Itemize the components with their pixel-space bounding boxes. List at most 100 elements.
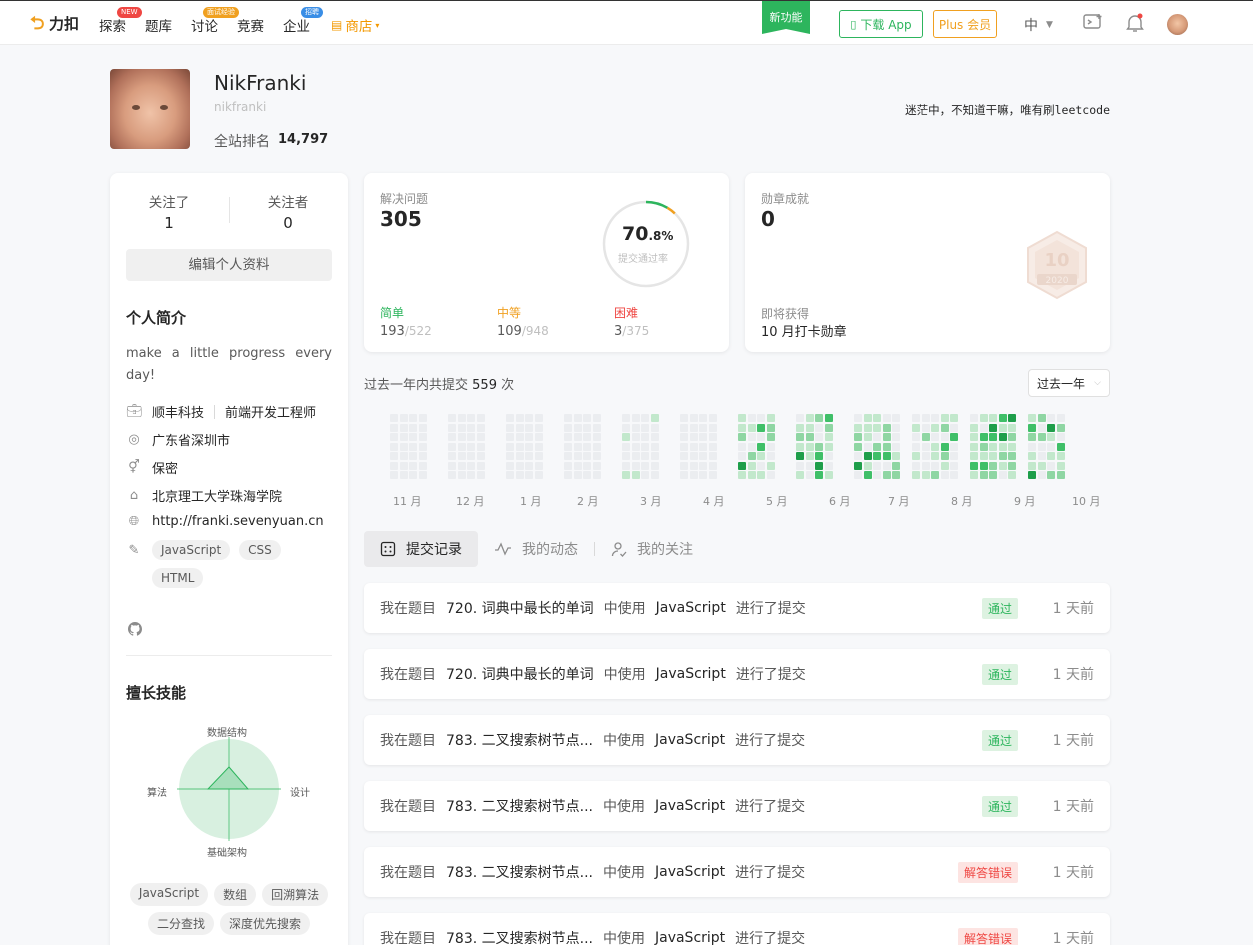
heatmap-cell[interactable]: [641, 471, 649, 479]
tag-css[interactable]: CSS: [239, 540, 281, 560]
skill-tag[interactable]: 数组: [214, 883, 257, 906]
heatmap-cell[interactable]: [1037, 452, 1046, 460]
skill-tag[interactable]: JavaScript: [129, 883, 209, 906]
heatmap-cell[interactable]: [824, 471, 833, 479]
tab-following[interactable]: 我的关注: [595, 531, 709, 567]
heatmap-cell[interactable]: [940, 414, 949, 422]
heatmap-cell[interactable]: [863, 442, 872, 451]
heatmap-cell[interactable]: [979, 461, 988, 470]
heatmap-cell[interactable]: [805, 433, 814, 441]
heatmap-cell[interactable]: [931, 414, 939, 422]
heatmap-cell[interactable]: [892, 471, 900, 479]
heatmap-cell[interactable]: [573, 433, 582, 441]
submission-status-badge[interactable]: 解答错误: [957, 927, 1018, 945]
heatmap-cell[interactable]: [699, 461, 707, 470]
heatmap-cell[interactable]: [564, 461, 572, 470]
heatmap-cell[interactable]: [738, 471, 746, 479]
heatmap-cell[interactable]: [989, 471, 997, 479]
heatmap-cell[interactable]: [525, 452, 533, 460]
heatmap-cell[interactable]: [631, 461, 640, 470]
heatmap-cell[interactable]: [1056, 461, 1065, 470]
heatmap-cell[interactable]: [882, 452, 891, 460]
heatmap-cell[interactable]: [824, 433, 833, 441]
heatmap-cell[interactable]: [854, 442, 862, 451]
heatmap-cell[interactable]: [940, 433, 949, 441]
heatmap-cell[interactable]: [631, 471, 640, 479]
tag-html[interactable]: HTML: [152, 568, 204, 588]
heatmap-cell[interactable]: [525, 423, 533, 432]
heatmap-cell[interactable]: [970, 433, 978, 441]
heatmap-cell[interactable]: [757, 442, 765, 451]
heatmap-cell[interactable]: [998, 423, 1007, 432]
heatmap-cell[interactable]: [921, 461, 930, 470]
heatmap-cell[interactable]: [805, 423, 814, 432]
heatmap-cell[interactable]: [747, 452, 756, 460]
heatmap-cell[interactable]: [892, 423, 900, 432]
heatmap-cell[interactable]: [699, 433, 707, 441]
heatmap-cell[interactable]: [1056, 433, 1065, 441]
heatmap-cell[interactable]: [757, 423, 765, 432]
heatmap-cell[interactable]: [1047, 461, 1055, 470]
heatmap-cell[interactable]: [506, 414, 514, 422]
heatmap-cell[interactable]: [950, 452, 958, 460]
submission-status-badge[interactable]: 通过: [981, 795, 1018, 817]
heatmap-cell[interactable]: [970, 414, 978, 422]
heatmap-cell[interactable]: [757, 414, 765, 422]
heatmap-cell[interactable]: [747, 461, 756, 470]
nav-problems[interactable]: 题库: [145, 15, 172, 35]
heatmap-cell[interactable]: [1047, 433, 1055, 441]
heatmap-cell[interactable]: [1008, 414, 1016, 422]
heatmap-cell[interactable]: [805, 452, 814, 460]
profile-avatar[interactable]: [110, 69, 190, 149]
heatmap-cell[interactable]: [796, 471, 804, 479]
heatmap-cell[interactable]: [564, 471, 572, 479]
heatmap-cell[interactable]: [708, 461, 717, 470]
heatmap-cell[interactable]: [573, 461, 582, 470]
heatmap-cell[interactable]: [448, 423, 456, 432]
heatmap-cell[interactable]: [641, 433, 649, 441]
heatmap-cell[interactable]: [390, 471, 398, 479]
heatmap-cell[interactable]: [747, 433, 756, 441]
heatmap-cell[interactable]: [592, 461, 601, 470]
heatmap-cell[interactable]: [650, 433, 659, 441]
heatmap-cell[interactable]: [950, 433, 958, 441]
skill-tag[interactable]: 深度优先搜索: [220, 912, 311, 935]
heatmap-cell[interactable]: [979, 414, 988, 422]
heatmap-cell[interactable]: [747, 442, 756, 451]
heatmap-cell[interactable]: [998, 414, 1007, 422]
heatmap-cell[interactable]: [641, 452, 649, 460]
heatmap-cell[interactable]: [805, 414, 814, 422]
heatmap-cell[interactable]: [418, 414, 427, 422]
heatmap-cell[interactable]: [892, 442, 900, 451]
heatmap-cell[interactable]: [476, 414, 485, 422]
heatmap-cell[interactable]: [766, 461, 775, 470]
heatmap-cell[interactable]: [1056, 423, 1065, 432]
heatmap-cell[interactable]: [766, 442, 775, 451]
heatmap-cell[interactable]: [854, 452, 862, 460]
heatmap-cell[interactable]: [641, 423, 649, 432]
heatmap-cell[interactable]: [515, 414, 524, 422]
heatmap-cell[interactable]: [476, 442, 485, 451]
submission-row[interactable]: 我在题目 783. 二叉搜索树节点... 中使用 JavaScript 进行了提交 通过 1…: [364, 715, 1110, 765]
heatmap-cell[interactable]: [1047, 414, 1055, 422]
heatmap-cell[interactable]: [1037, 433, 1046, 441]
heatmap-cell[interactable]: [1037, 423, 1046, 432]
heatmap-cell[interactable]: [534, 423, 543, 432]
heatmap-cell[interactable]: [457, 414, 466, 422]
heatmap-cell[interactable]: [854, 433, 862, 441]
new-feature-ribbon[interactable]: 新功能: [762, 1, 810, 34]
heatmap-cell[interactable]: [1008, 442, 1016, 451]
heatmap-cell[interactable]: [882, 442, 891, 451]
heatmap-cell[interactable]: [815, 414, 823, 422]
heatmap-cell[interactable]: [931, 423, 939, 432]
heatmap-cell[interactable]: [631, 433, 640, 441]
heatmap-cell[interactable]: [989, 461, 997, 470]
heatmap-cell[interactable]: [805, 461, 814, 470]
heatmap-cell[interactable]: [506, 471, 514, 479]
heatmap-cell[interactable]: [650, 461, 659, 470]
heatmap-cell[interactable]: [989, 423, 997, 432]
range-select[interactable]: 过去一年 ⌵: [1028, 369, 1110, 397]
heatmap-cell[interactable]: [824, 423, 833, 432]
heatmap-cell[interactable]: [1008, 452, 1016, 460]
problem-link[interactable]: 783. 二叉搜索树节点...: [446, 796, 593, 816]
